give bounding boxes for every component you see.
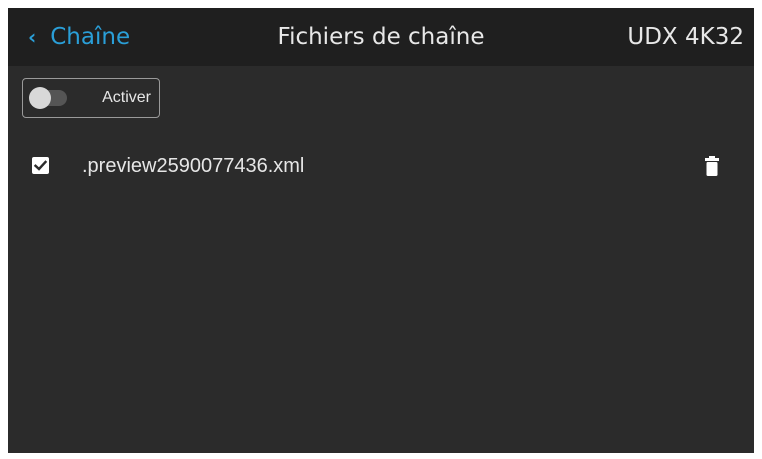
- file-name: .preview2590077436.xml: [82, 155, 305, 177]
- chevron-left-icon: ‹: [28, 25, 37, 49]
- toggle-knob: [29, 87, 51, 109]
- checkbox-checked-icon[interactable]: [32, 157, 49, 174]
- device-name: UDX 4K32: [627, 24, 744, 50]
- back-button[interactable]: ‹ Chaîne: [28, 8, 130, 66]
- activer-toggle-button[interactable]: Activer: [22, 78, 160, 118]
- header-bar: Fichiers de chaîne ‹ Chaîne UDX 4K32: [8, 8, 754, 66]
- file-row[interactable]: .preview2590077436.xml: [8, 146, 754, 186]
- toggle-label: Activer: [102, 89, 151, 106]
- back-label: Chaîne: [50, 24, 131, 50]
- trash-icon[interactable]: [704, 155, 720, 177]
- toggle-switch[interactable]: [29, 87, 67, 109]
- screen: Fichiers de chaîne ‹ Chaîne UDX 4K32 Act…: [8, 8, 754, 453]
